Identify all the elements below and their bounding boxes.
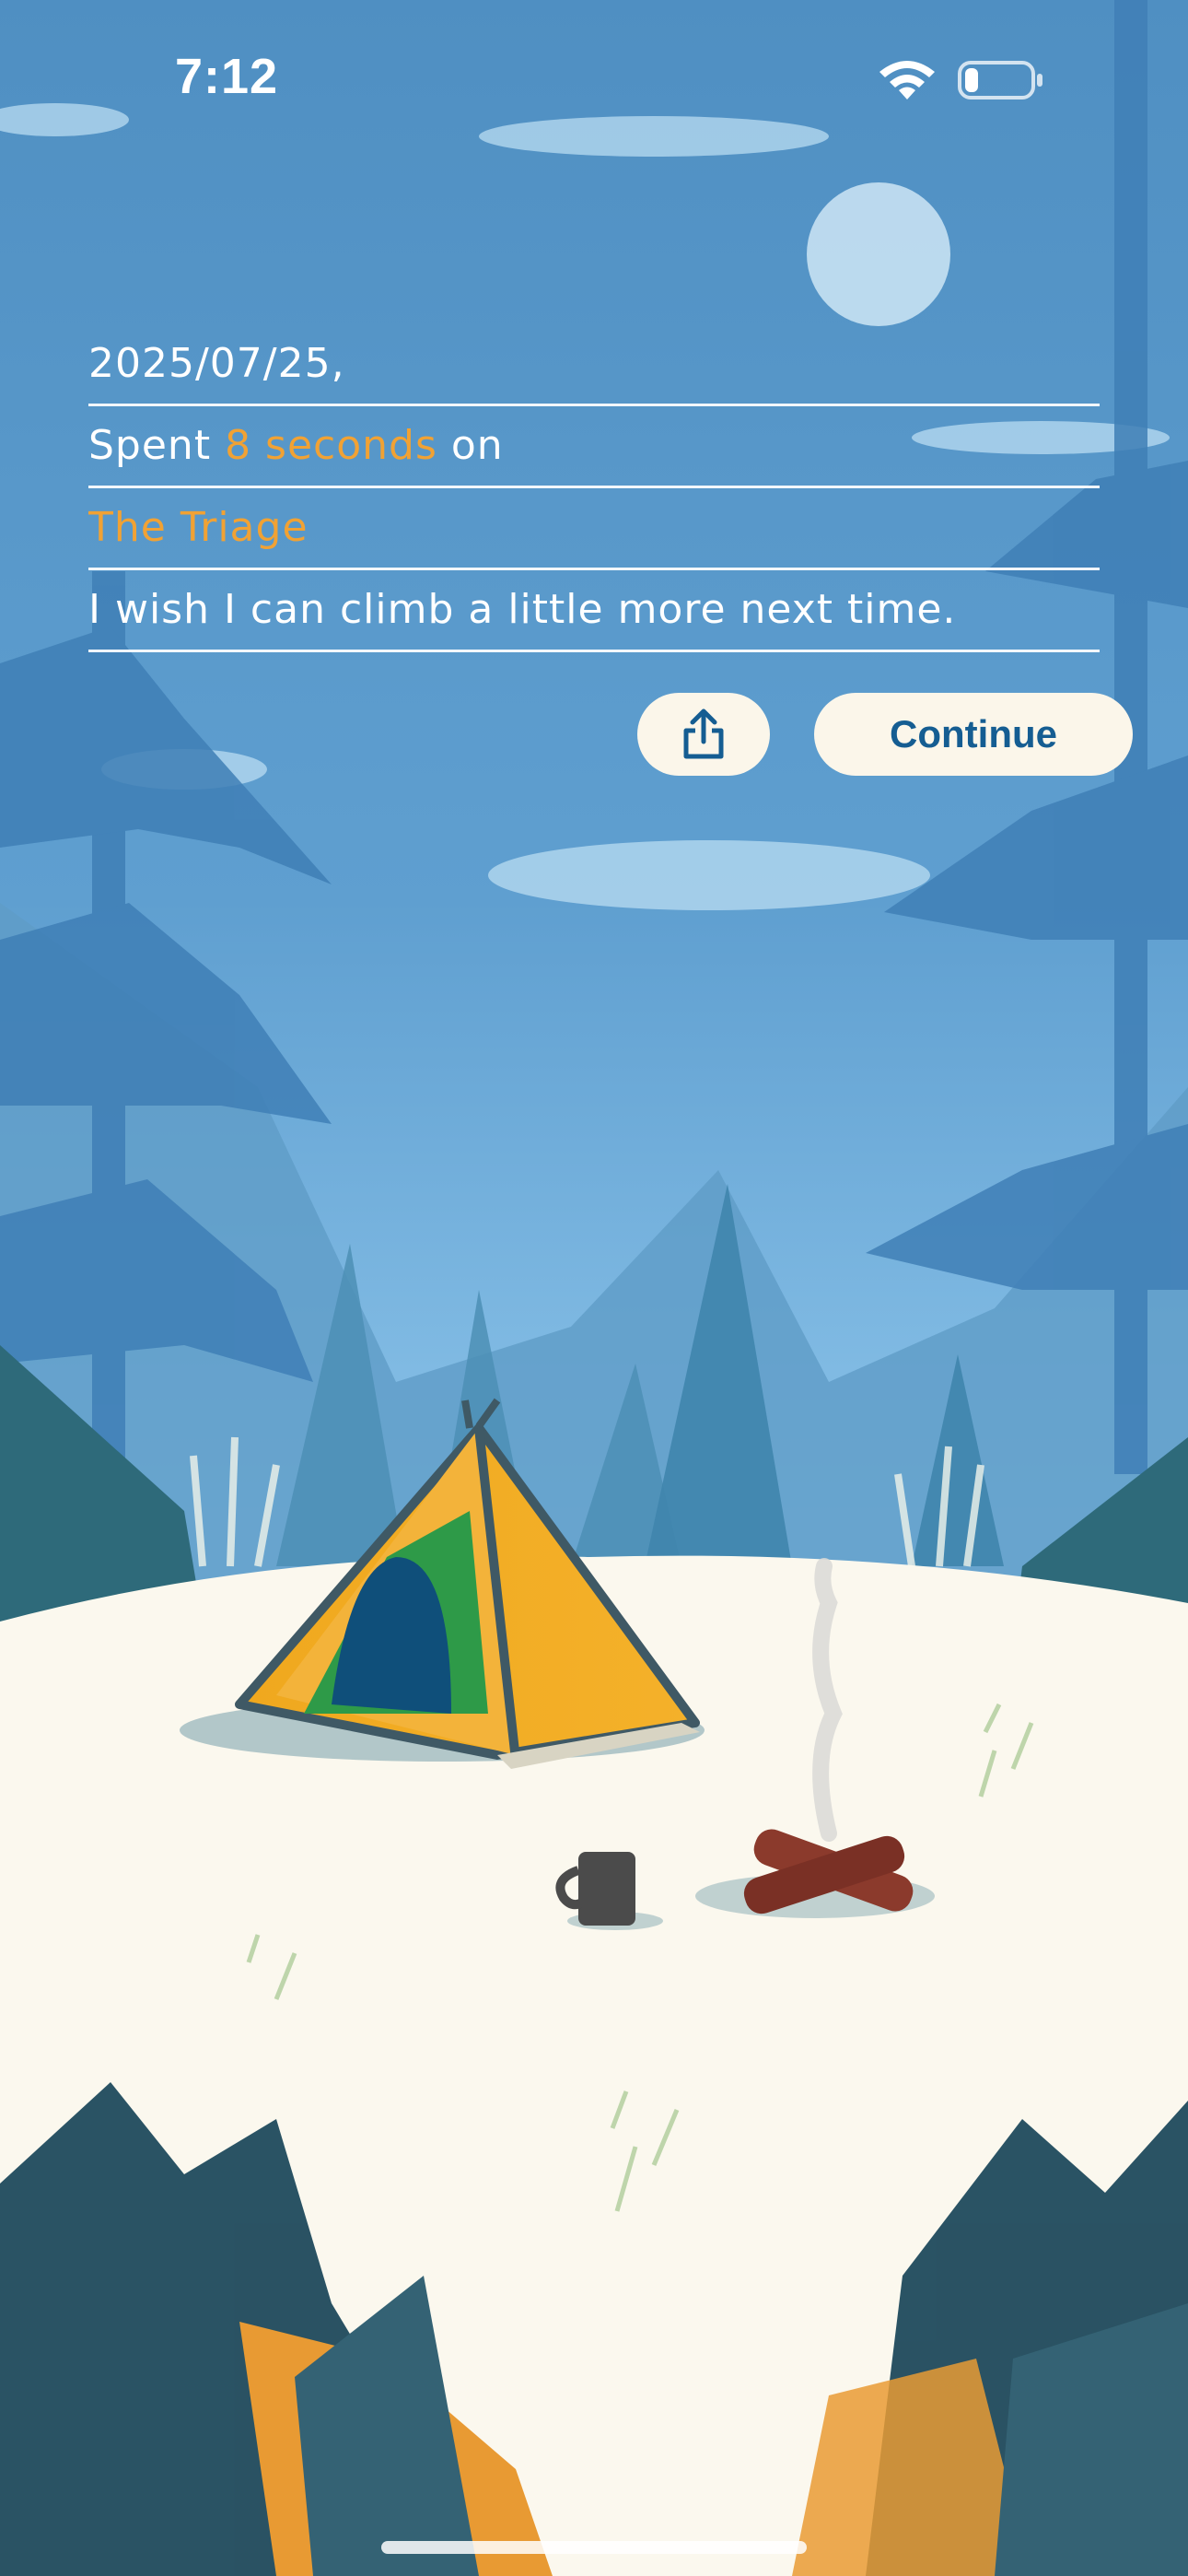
status-bar: 7:12 <box>0 0 1188 157</box>
journal-date: 2025/07/25, <box>88 340 345 387</box>
share-button[interactable] <box>637 693 770 776</box>
journal-note: I wish I can climb a little more next ti… <box>88 586 957 633</box>
journal-entry: 2025/07/25, Spent 8 seconds on The Triag… <box>88 324 1100 652</box>
journal-title: The Triage <box>88 504 309 551</box>
journal-date-line: 2025/07/25, <box>88 324 1100 406</box>
moon <box>807 182 950 326</box>
journal-duration-line: Spent 8 seconds on <box>88 406 1100 488</box>
continue-button[interactable]: Continue <box>814 693 1133 776</box>
journal-title-line: The Triage <box>88 488 1100 570</box>
wifi-icon <box>879 61 935 100</box>
home-indicator[interactable] <box>381 2541 807 2554</box>
battery-low-icon <box>958 61 1042 100</box>
status-time: 7:12 <box>175 49 279 104</box>
spent-duration: 8 seconds <box>225 422 437 469</box>
journal-note-line: I wish I can climb a little more next ti… <box>88 570 1100 652</box>
share-icon <box>683 708 724 759</box>
spent-suffix: on <box>437 422 504 469</box>
spent-prefix: Spent <box>88 422 226 469</box>
